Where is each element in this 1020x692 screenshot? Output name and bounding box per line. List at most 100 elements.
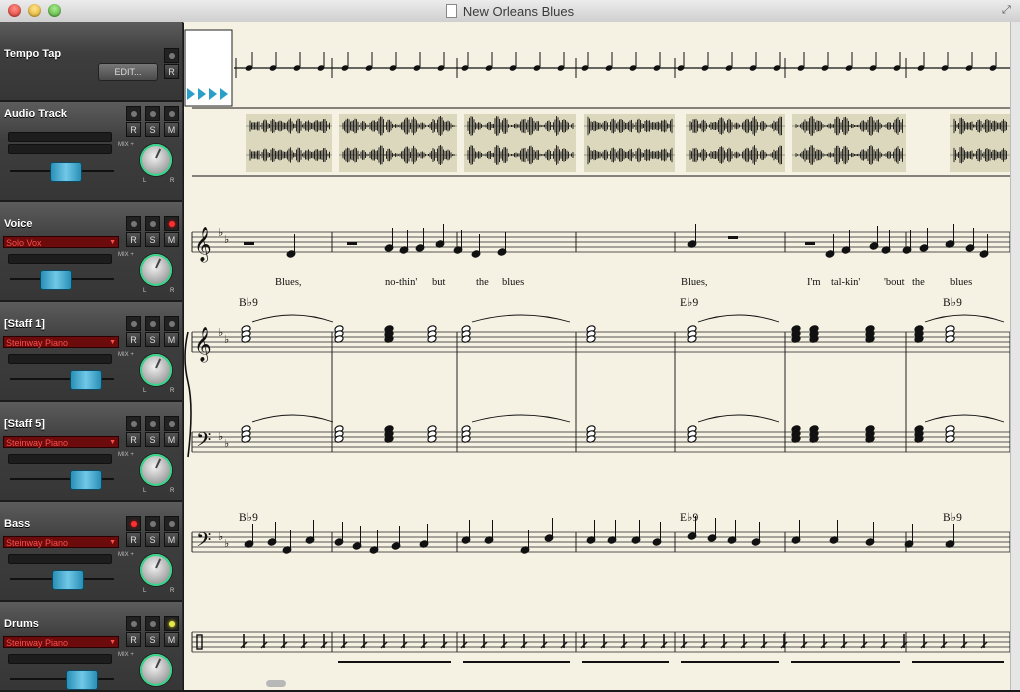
- led: [145, 416, 160, 431]
- solo-button[interactable]: S: [145, 632, 160, 647]
- fullscreen-icon[interactable]: ⤢: [1002, 4, 1014, 16]
- window-title: New Orleans Blues: [0, 4, 1020, 19]
- led: [145, 316, 160, 331]
- lyric: the: [476, 277, 489, 288]
- flat-icon: ♭: [224, 333, 229, 346]
- rest-icon: [728, 236, 738, 239]
- mute-button[interactable]: M: [164, 632, 179, 647]
- score-canvas[interactable]: 𝄞𝄞𝄢𝄢♭♭♭♭♭♭♭♭ Blues, no-thin' but the blu…: [184, 22, 1010, 690]
- led: [164, 616, 179, 631]
- lyric: the: [912, 277, 925, 288]
- track-bass: Bass Steinway Piano R S M MIX + L R: [0, 502, 182, 602]
- solo-button[interactable]: S: [145, 332, 160, 347]
- track-name: [Staff 5]: [4, 418, 45, 430]
- pan-knob[interactable]: [140, 354, 172, 386]
- level-meter: [8, 454, 112, 464]
- tie: [471, 314, 571, 323]
- record-button[interactable]: R: [126, 232, 141, 247]
- fader-track: [10, 678, 114, 680]
- solo-button[interactable]: S: [145, 122, 160, 137]
- record-button[interactable]: R: [126, 532, 141, 547]
- pan-knob[interactable]: [140, 554, 172, 586]
- volume-fader[interactable]: [70, 470, 102, 490]
- tie: [924, 414, 1005, 423]
- flat-icon: ♭: [218, 326, 223, 339]
- solo-button[interactable]: S: [145, 232, 160, 247]
- record-led[interactable]: [164, 48, 179, 63]
- tie: [697, 414, 780, 423]
- window-titlebar: New Orleans Blues ⤢: [0, 0, 1020, 23]
- pan-right-label: R: [170, 388, 175, 394]
- lyric: I'm: [807, 277, 821, 288]
- solo-button[interactable]: S: [145, 532, 160, 547]
- led: [145, 106, 160, 121]
- vertical-scrollbar[interactable]: [1010, 22, 1020, 690]
- chord-symbol: E♭9: [680, 512, 698, 524]
- bass-clef-icon: 𝄢: [196, 428, 211, 456]
- horizontal-scroll-thumb[interactable]: [266, 680, 286, 687]
- edit-button[interactable]: EDIT...: [98, 63, 158, 81]
- solo-button[interactable]: S: [145, 432, 160, 447]
- pan-knob[interactable]: [140, 654, 172, 686]
- document-icon: [445, 4, 457, 18]
- record-button[interactable]: R: [126, 332, 141, 347]
- track-name: Drums: [4, 618, 39, 630]
- record-button[interactable]: R: [126, 122, 141, 137]
- mute-button[interactable]: M: [164, 432, 179, 447]
- rest-icon: [244, 242, 254, 245]
- tie: [251, 314, 334, 323]
- instrument-select[interactable]: Steinway Piano: [3, 336, 119, 349]
- volume-fader[interactable]: [50, 162, 82, 182]
- lyric: blues: [502, 277, 524, 288]
- pan-knob[interactable]: [140, 254, 172, 286]
- record-button[interactable]: R: [164, 64, 179, 79]
- level-meter: [8, 654, 112, 664]
- mute-button[interactable]: M: [164, 122, 179, 137]
- track-staff-1: [Staff 1] Steinway Piano R S M MIX + L R: [0, 302, 182, 402]
- audio-waveform: [246, 114, 1010, 172]
- chord-symbol: E♭9: [680, 297, 698, 309]
- mix-label: MIX +: [118, 142, 134, 148]
- volume-fader[interactable]: [40, 270, 72, 290]
- mix-label: MIX +: [118, 252, 134, 258]
- pan-left-label: L: [143, 178, 147, 184]
- led: [126, 516, 141, 531]
- chord-symbol: B♭9: [943, 297, 962, 309]
- score-view[interactable]: 𝄞 𝄞 𝄢 𝄢 ♭ ♭ ♭ ♭ ♭ ♭ ♭ ♭ Blues, no-thin' but the blu…: [184, 22, 1010, 690]
- track-staff-5: [Staff 5] Steinway Piano R S M MIX + L R: [0, 402, 182, 502]
- flat-icon: ♭: [224, 437, 229, 450]
- instrument-select[interactable]: Steinway Piano: [3, 436, 119, 449]
- lyric: but: [432, 277, 446, 288]
- tie: [924, 314, 1005, 323]
- bass-clef-icon: 𝄢: [196, 528, 211, 556]
- record-button[interactable]: R: [126, 432, 141, 447]
- lyric: tal-kin': [831, 277, 860, 288]
- instrument-select[interactable]: Steinway Piano: [3, 536, 119, 549]
- chord-symbols: B♭9 E♭9 B♭9 B♭9 E♭9 B♭9: [239, 297, 962, 524]
- led: [145, 216, 160, 231]
- led: [164, 316, 179, 331]
- rest-icon: [805, 242, 815, 245]
- tie: [471, 414, 571, 423]
- track-name: Voice: [4, 218, 33, 230]
- volume-fader[interactable]: [70, 370, 102, 390]
- instrument-select[interactable]: Steinway Piano: [3, 636, 119, 649]
- mute-button[interactable]: M: [164, 532, 179, 547]
- mute-button[interactable]: M: [164, 232, 179, 247]
- track-name: [Staff 1]: [4, 318, 45, 330]
- waveform-region: [950, 114, 1010, 172]
- pan-knob[interactable]: [140, 454, 172, 486]
- pan-knob[interactable]: [140, 144, 172, 176]
- tie: [697, 314, 780, 323]
- volume-fader[interactable]: [66, 670, 98, 690]
- chord-symbol: B♭9: [239, 512, 258, 524]
- led: [126, 216, 141, 231]
- flat-icon: ♭: [224, 233, 229, 246]
- instrument-select[interactable]: Solo Vox: [3, 236, 119, 249]
- lyric: Blues,: [275, 277, 302, 288]
- flat-icon: ♭: [218, 530, 223, 543]
- volume-fader[interactable]: [52, 570, 84, 590]
- mute-button[interactable]: M: [164, 332, 179, 347]
- rest-icon: [347, 242, 357, 245]
- record-button[interactable]: R: [126, 632, 141, 647]
